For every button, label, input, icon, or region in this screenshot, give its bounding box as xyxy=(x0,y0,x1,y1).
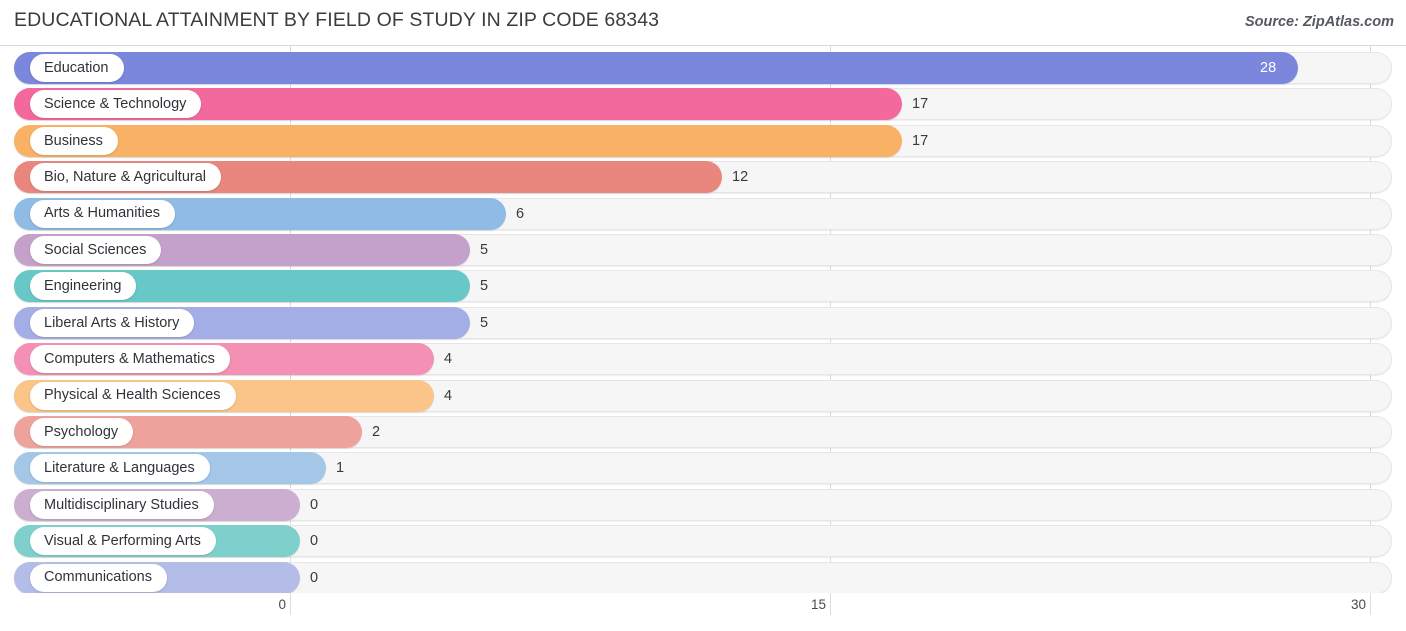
bar-value-label: 0 xyxy=(310,496,319,513)
axis-tick-label: 0 xyxy=(278,597,286,612)
bar-value-label: 0 xyxy=(310,533,319,550)
bar-label-pill: Communications xyxy=(30,563,167,592)
chart-row[interactable]: Psychology 2 xyxy=(0,416,1406,450)
axis-tick-label: 15 xyxy=(810,597,826,612)
bar-value-label: 17 xyxy=(912,96,929,113)
bar-label-pill: Physical & Health Sciences xyxy=(30,381,236,410)
bar-value-label: 12 xyxy=(732,169,749,186)
category-label: Psychology xyxy=(44,423,119,440)
bar-label-pill: Literature & Languages xyxy=(30,454,210,483)
chart-header: EDUCATIONAL ATTAINMENT BY FIELD OF STUDY… xyxy=(0,0,1406,45)
bar-value-label: 5 xyxy=(480,314,489,331)
bar[interactable] xyxy=(14,124,902,157)
bar-label-pill: Multidisciplinary Studies xyxy=(30,490,214,519)
axis-tickmark xyxy=(290,593,291,615)
bar-label-pill: Engineering xyxy=(30,272,137,301)
chart-row[interactable]: Literature & Languages 1 xyxy=(0,452,1406,486)
category-label: Social Sciences xyxy=(44,241,147,258)
axis-tick-label: 30 xyxy=(1350,597,1366,612)
plot-area: Education 28 Science & Technology 17 Busines… xyxy=(0,45,1406,596)
bar-label-pill: Social Sciences xyxy=(30,236,162,264)
chart-row[interactable]: Science & Technology 17 xyxy=(0,88,1406,122)
category-label: Business xyxy=(44,132,103,149)
bar-value-label: 4 xyxy=(444,387,453,404)
category-label: Physical & Health Sciences xyxy=(44,387,221,404)
chart-row[interactable]: Education 28 xyxy=(0,52,1406,86)
bar-value-label: 17 xyxy=(912,132,929,149)
page-title: EDUCATIONAL ATTAINMENT BY FIELD OF STUDY… xyxy=(14,9,660,31)
category-label: Communications xyxy=(44,569,152,586)
axis-tickmark xyxy=(830,593,831,615)
bar-label-pill: Science & Technology xyxy=(30,90,202,119)
chart-page: EDUCATIONAL ATTAINMENT BY FIELD OF STUDY… xyxy=(0,0,1406,631)
category-label: Multidisciplinary Studies xyxy=(44,496,199,513)
chart-row[interactable]: Engineering 5 xyxy=(0,270,1406,304)
bar-label-pill: Bio, Nature & Agricultural xyxy=(30,163,221,192)
bar-value-label: 2 xyxy=(372,424,381,440)
source-attribution: Source: ZipAtlas.com xyxy=(1244,14,1394,30)
bar-value-label: 28 xyxy=(1260,60,1277,76)
category-label: Computers & Mathematics xyxy=(44,350,215,367)
x-axis: 0 15 30 xyxy=(0,593,1406,631)
chart-row[interactable]: Physical & Health Sciences 4 xyxy=(0,379,1406,414)
bar-label-pill: Visual & Performing Arts xyxy=(30,527,216,556)
chart-row[interactable]: Business 17 xyxy=(0,124,1406,159)
category-label: Science & Technology xyxy=(44,96,187,113)
category-label: Literature & Languages xyxy=(44,460,195,477)
bar-label-pill: Arts & Humanities xyxy=(30,199,176,228)
category-label: Bio, Nature & Agricultural xyxy=(44,168,206,185)
category-label: Visual & Performing Arts xyxy=(44,532,201,549)
bar-label-pill: Computers & Mathematics xyxy=(30,345,230,374)
bar-value-label: 5 xyxy=(480,242,489,258)
chart-row[interactable]: Communications 0 xyxy=(0,561,1406,596)
bar-label-pill: Liberal Arts & History xyxy=(30,308,195,337)
axis-tickmark xyxy=(1370,593,1371,615)
category-label: Arts & Humanities xyxy=(44,205,161,222)
bar-value-label: 6 xyxy=(516,205,525,222)
category-label: Engineering xyxy=(44,278,122,295)
chart-row[interactable]: Social Sciences 5 xyxy=(0,234,1406,268)
chart-row[interactable]: Multidisciplinary Studies 0 xyxy=(0,488,1406,523)
bar-value-label: 0 xyxy=(310,569,319,586)
bar-value-label: 1 xyxy=(336,460,345,477)
chart-row[interactable]: Computers & Mathematics 4 xyxy=(0,343,1406,377)
chart-row[interactable]: Visual & Performing Arts 0 xyxy=(0,525,1406,559)
chart-row[interactable]: Arts & Humanities 6 xyxy=(0,197,1406,232)
bar-label-pill: Education xyxy=(30,54,124,82)
bar-label-pill: Psychology xyxy=(30,418,134,446)
chart-row[interactable]: Liberal Arts & History 5 xyxy=(0,306,1406,341)
bar-value-label: 4 xyxy=(444,351,453,368)
bar-label-pill: Business xyxy=(30,126,118,155)
bar[interactable] xyxy=(14,52,1298,84)
category-label: Education xyxy=(44,59,109,76)
category-label: Liberal Arts & History xyxy=(44,314,180,331)
chart-row[interactable]: Bio, Nature & Agricultural 12 xyxy=(0,161,1406,195)
bar-value-label: 5 xyxy=(480,278,489,295)
